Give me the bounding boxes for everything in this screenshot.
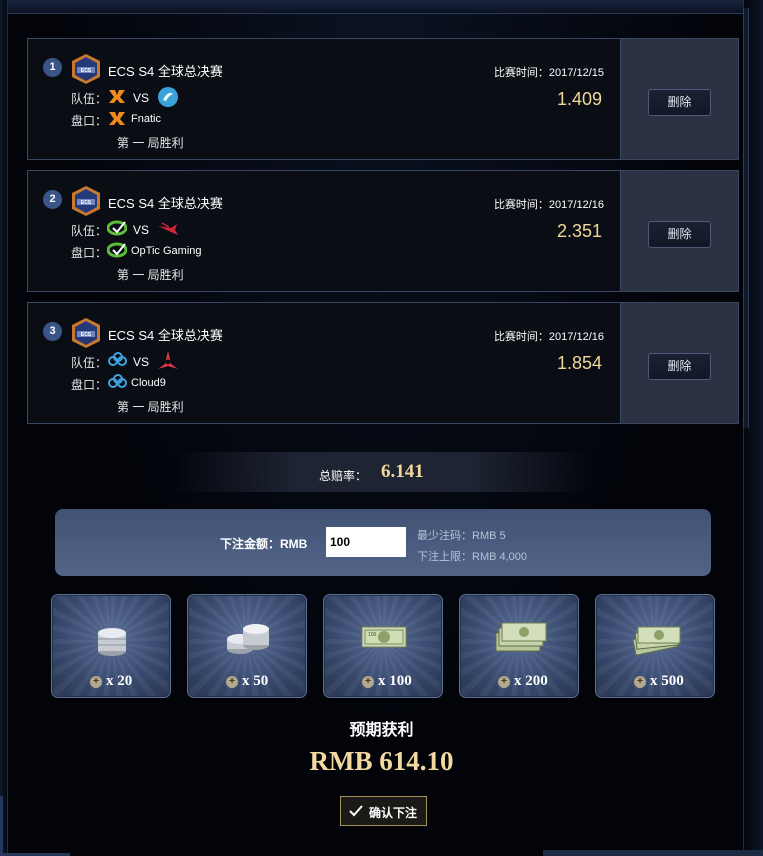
match-date: 比赛时间：2017/12/15 — [493, 67, 604, 79]
chip-button-50[interactable]: + x 50 — [187, 594, 307, 698]
bet-index-badge: 1 — [43, 58, 62, 77]
team-label: 队伍： — [71, 224, 108, 238]
banknote-stack-icon — [495, 622, 547, 652]
chip-multiplier: x 500 — [650, 673, 684, 689]
line-team-name: Fnatic — [131, 113, 161, 125]
cloud9-logo-icon — [108, 374, 127, 388]
total-odds-bar: 总赔率： 6.141 — [174, 452, 592, 492]
silver-coin-stack-icon — [98, 628, 126, 656]
chip-multiplier: x 200 — [514, 673, 548, 689]
bet-amount-input[interactable] — [326, 527, 406, 557]
bet-card: 1 ECS ECS S4 全球总决赛 队伍： VS 盘口： Fnatic 第 一… — [27, 38, 739, 160]
bet-amount-panel: 下注金额：RMB 最少注码：RMB 5 下注上限：RMB 4,000 — [55, 509, 711, 576]
market-name: 第 一 局胜利 — [117, 136, 184, 150]
svg-text:ECS: ECS — [81, 332, 92, 338]
svg-text:ECS: ECS — [81, 68, 92, 74]
line-label: 盘口： — [71, 246, 108, 260]
market-name: 第 一 局胜利 — [117, 400, 184, 414]
match-date: 比赛时间：2017/12/16 — [493, 199, 604, 211]
odds-value: 1.409 — [556, 89, 602, 109]
frame-corner-decoration — [0, 796, 70, 856]
mousesports-logo-icon — [158, 222, 178, 235]
card-action-panel: 删除 — [620, 171, 738, 291]
chip-button-500[interactable]: + x 500 — [595, 594, 715, 698]
ecs-logo-icon: ECS — [72, 186, 100, 216]
add-icon: + — [498, 676, 510, 688]
chip-button-20[interactable]: + x 20 — [51, 594, 171, 698]
scrollbar-thumb[interactable] — [743, 8, 749, 428]
delete-button[interactable]: 删除 — [648, 221, 711, 248]
fnatic-logo-icon — [109, 112, 125, 125]
confirm-bet-label: 确认下注 — [369, 806, 418, 820]
team-label: 队伍： — [71, 356, 108, 370]
svg-text:ECS: ECS — [81, 200, 92, 206]
event-name: ECS S4 全球总决赛 — [108, 196, 223, 211]
add-icon: + — [362, 676, 374, 688]
expected-profit-value: RMB 614.10 — [309, 746, 454, 776]
fnatic-logo-icon — [109, 90, 125, 103]
optic-gaming-logo-icon — [107, 242, 127, 258]
odds-value: 2.351 — [556, 221, 602, 241]
market-name: 第 一 局胜利 — [117, 268, 184, 282]
delete-button[interactable]: 删除 — [648, 89, 711, 116]
add-icon: + — [90, 676, 102, 688]
luminosity-logo-icon — [158, 87, 178, 107]
vs-label: VS — [133, 355, 150, 369]
total-odds-label: 总赔率： — [319, 469, 368, 483]
chip-button-200[interactable]: + x 200 — [459, 594, 579, 698]
astralis-logo-icon — [158, 351, 178, 369]
vs-label: VS — [133, 223, 150, 237]
card-action-panel: 删除 — [620, 39, 738, 159]
odds-value: 1.854 — [556, 353, 602, 373]
bet-card: 2 ECS ECS S4 全球总决赛 队伍： VS 盘口： OpTic Gami… — [27, 170, 739, 292]
optic-gaming-logo-icon — [107, 220, 127, 236]
frame-top-border — [0, 0, 763, 14]
total-odds-value: 6.141 — [381, 461, 424, 482]
event-name: ECS S4 全球总决赛 — [108, 328, 223, 343]
chip-multiplier: x 50 — [242, 673, 269, 689]
chip-multiplier: x 100 — [378, 673, 412, 689]
ecs-logo-icon: ECS — [72, 318, 100, 348]
bet-card: 3 ECS ECS S4 全球总决赛 队伍： VS 盘口： Cloud9 第 一… — [27, 302, 739, 424]
match-date: 比赛时间：2017/12/16 — [493, 331, 604, 343]
ecs-logo-icon: ECS — [72, 54, 100, 84]
team-label: 队伍： — [71, 92, 108, 106]
banknote-fan-icon — [632, 626, 681, 656]
vs-label: VS — [133, 91, 150, 105]
expected-profit-label: 预期获利 — [349, 722, 414, 739]
bet-index-badge: 3 — [43, 322, 62, 341]
chip-multiplier: x 20 — [106, 673, 133, 689]
checkmark-icon — [349, 805, 363, 817]
frame-bottom-decoration — [543, 850, 763, 856]
max-bet-text: 下注上限：RMB 4,000 — [417, 551, 528, 563]
min-bet-text: 最少注码：RMB 5 — [417, 530, 506, 542]
chip-button-100[interactable]: 100 + x 100 — [323, 594, 443, 698]
bet-amount-label: 下注金额：RMB — [220, 537, 308, 551]
bet-index-badge: 2 — [43, 190, 62, 209]
silver-coin-pile-icon — [227, 624, 269, 654]
banknote-icon: 100 — [361, 626, 407, 648]
add-icon: + — [634, 676, 646, 688]
line-team-name: Cloud9 — [131, 377, 166, 389]
line-team-name: OpTic Gaming — [131, 245, 202, 257]
line-label: 盘口： — [71, 378, 108, 392]
svg-text:100: 100 — [368, 632, 377, 638]
card-action-panel: 删除 — [620, 303, 738, 423]
cloud9-logo-icon — [108, 352, 127, 366]
delete-button[interactable]: 删除 — [648, 353, 711, 380]
line-label: 盘口： — [71, 114, 108, 128]
add-icon: + — [226, 676, 238, 688]
event-name: ECS S4 全球总决赛 — [108, 64, 223, 79]
confirm-bet-button[interactable]: 确认下注 — [340, 796, 427, 826]
